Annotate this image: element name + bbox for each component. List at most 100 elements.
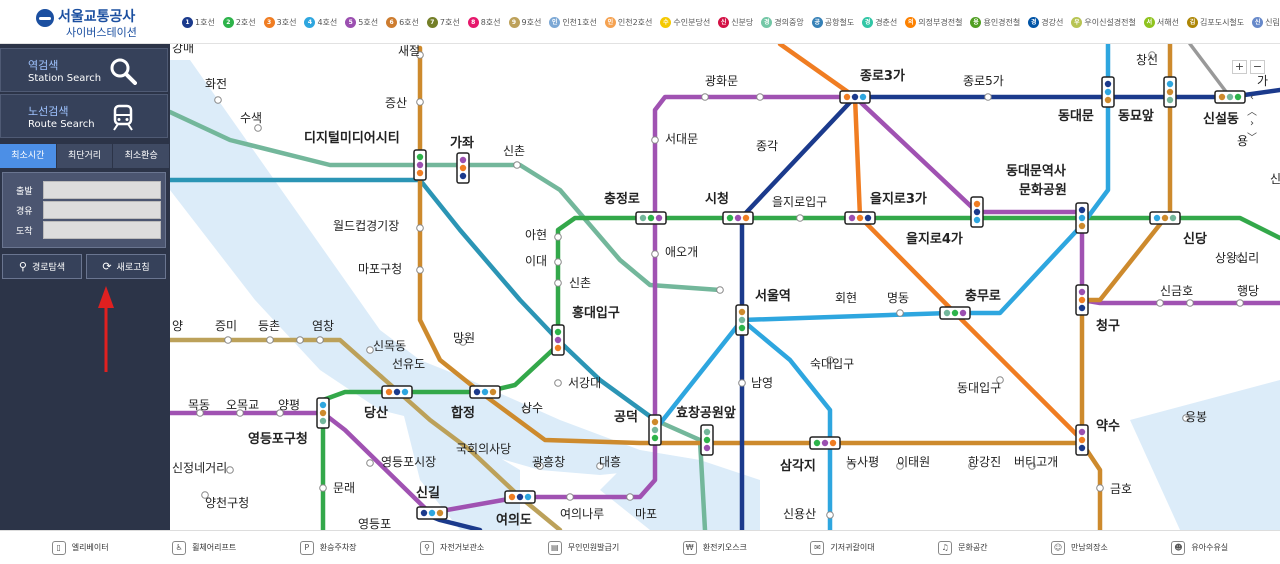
- transfer-station-marker[interactable]: [839, 90, 871, 104]
- transfer-station-marker[interactable]: [700, 424, 714, 456]
- legend-item[interactable]: 서 서해선: [1143, 16, 1179, 28]
- station-dot[interactable]: [319, 484, 327, 492]
- station-dot[interactable]: [366, 459, 374, 467]
- facility-item[interactable]: ▤ 무인민원발급기: [547, 540, 619, 555]
- legend-item[interactable]: 4 4호선: [304, 16, 337, 28]
- station-label[interactable]: 신촌: [503, 144, 525, 158]
- facility-item[interactable]: P 환승주차장: [299, 540, 357, 555]
- station-label[interactable]: 신설동: [1203, 112, 1239, 127]
- legend-item[interactable]: 9 9호선: [508, 16, 541, 28]
- legend-item[interactable]: 경 경의중앙: [761, 16, 804, 28]
- legend-item[interactable]: 2 2호선: [222, 16, 256, 28]
- transfer-station-marker[interactable]: [456, 152, 470, 184]
- station-label[interactable]: 마포: [635, 507, 657, 521]
- legend-item[interactable]: 5 5호선: [345, 16, 378, 28]
- station-dot[interactable]: [738, 379, 746, 387]
- route-search-button[interactable]: ⚲ 경로탐색: [2, 254, 82, 279]
- pan-up-icon[interactable]: ︿: [1245, 103, 1259, 118]
- station-label[interactable]: 회현: [835, 291, 857, 305]
- facility-item[interactable]: ⚲ 자전거보관소: [420, 540, 484, 555]
- station-dot[interactable]: [554, 233, 562, 241]
- station-label[interactable]: 신당: [1183, 231, 1207, 247]
- station-dot[interactable]: [1156, 299, 1164, 307]
- transfer-station-marker[interactable]: [413, 149, 427, 181]
- station-dot[interactable]: [826, 511, 834, 519]
- transfer-station-marker[interactable]: [416, 506, 448, 520]
- legend-item[interactable]: 의 의정부경전철: [905, 16, 962, 28]
- station-label[interactable]: 강매: [172, 44, 194, 55]
- station-label[interactable]: 응봉: [1185, 410, 1207, 424]
- station-label[interactable]: 양: [172, 319, 183, 333]
- legend-item[interactable]: 공 공항철도: [811, 16, 854, 28]
- station-label[interactable]: 을지로3가: [870, 191, 927, 207]
- tab-min-distance[interactable]: 최단거리: [57, 144, 114, 168]
- station-label[interactable]: 광화문: [705, 74, 738, 88]
- transfer-station-marker[interactable]: [635, 211, 667, 225]
- legend-item[interactable]: 수 수인분당선: [660, 16, 710, 28]
- station-dot[interactable]: [266, 336, 274, 344]
- station-label[interactable]: 목동: [188, 398, 210, 412]
- legend-item[interactable]: 1 1호선: [182, 16, 215, 28]
- pan-control[interactable]: ‹ ︿ › ﹀: [1245, 92, 1259, 144]
- station-label[interactable]: 디지털미디어시티: [304, 130, 400, 146]
- station-label[interactable]: 동대문: [1058, 109, 1094, 124]
- station-dot[interactable]: [651, 136, 659, 144]
- station-dot[interactable]: [224, 336, 232, 344]
- station-label[interactable]: 영등포시장: [381, 455, 436, 469]
- transfer-station-marker[interactable]: [1075, 284, 1089, 316]
- station-dot[interactable]: [316, 336, 324, 344]
- station-dot[interactable]: [554, 258, 562, 266]
- station-label[interactable]: 문화공원: [1019, 182, 1067, 198]
- facility-item[interactable]: ▯ 엘리베이터: [51, 540, 109, 555]
- station-dot[interactable]: [701, 93, 709, 101]
- station-label[interactable]: 당산: [364, 405, 388, 421]
- transfer-station-marker[interactable]: [1075, 202, 1089, 234]
- station-label[interactable]: 신용산: [783, 507, 816, 521]
- station-label[interactable]: 증산: [385, 96, 407, 110]
- station-label[interactable]: 행당: [1237, 283, 1259, 298]
- station-label[interactable]: 수색: [240, 111, 262, 125]
- station-label[interactable]: 화전: [205, 77, 227, 91]
- station-label[interactable]: 삼각지: [780, 458, 816, 474]
- station-label[interactable]: 여의나루: [560, 507, 604, 521]
- station-label[interactable]: 종로3가: [860, 69, 905, 84]
- legend-item[interactable]: 용 용인경전철: [970, 16, 1020, 28]
- station-label[interactable]: 신금호: [1160, 284, 1193, 298]
- transfer-station-marker[interactable]: [1214, 90, 1246, 104]
- station-label[interactable]: 남영: [751, 376, 773, 390]
- station-label[interactable]: 애오개: [665, 245, 698, 259]
- transfer-station-marker[interactable]: [844, 211, 876, 225]
- station-label[interactable]: 영등포: [358, 517, 391, 530]
- station-label[interactable]: 숙대입구: [810, 357, 854, 371]
- legend-item[interactable]: 우 우이신설경전철: [1071, 16, 1136, 28]
- station-label[interactable]: 상왕십리: [1215, 251, 1259, 265]
- station-label[interactable]: 버티고개: [1014, 455, 1058, 469]
- subway-map[interactable]: 강매 새절 화전 수색 증산 디지털미디어시티 가좌 신촌 광화문 종로3가 종로5가 창신 동대문 동묘…: [170, 44, 1280, 530]
- station-label[interactable]: 서강대: [568, 376, 601, 390]
- transfer-station-marker[interactable]: [1075, 424, 1089, 456]
- station-dot[interactable]: [1236, 299, 1244, 307]
- legend-item[interactable]: 3 3호선: [263, 16, 296, 28]
- legend-item[interactable]: 경 경춘선: [862, 16, 897, 28]
- zoom-in-button[interactable]: +: [1232, 60, 1247, 74]
- departure-input[interactable]: [43, 181, 161, 199]
- station-dot[interactable]: [226, 466, 234, 474]
- legend-item[interactable]: 인 인천2호선: [604, 16, 652, 28]
- station-label[interactable]: 청구: [1096, 318, 1120, 334]
- station-dot[interactable]: [626, 493, 634, 501]
- station-dot[interactable]: [651, 250, 659, 258]
- station-label[interactable]: 가좌: [450, 135, 474, 151]
- station-dot[interactable]: [554, 279, 562, 287]
- station-label[interactable]: 시청: [705, 191, 729, 207]
- station-label[interactable]: 합정: [451, 405, 475, 421]
- station-dot[interactable]: [796, 214, 804, 222]
- legend-item[interactable]: 신 신분당: [718, 16, 753, 28]
- station-label[interactable]: 월드컵경기장: [333, 219, 399, 233]
- transfer-station-marker[interactable]: [316, 397, 330, 429]
- station-dot[interactable]: [1096, 484, 1104, 492]
- pan-left-icon[interactable]: ‹: [1245, 92, 1259, 103]
- station-label[interactable]: 약수: [1096, 418, 1120, 434]
- transfer-station-marker[interactable]: [469, 385, 501, 399]
- facility-item[interactable]: ☺ 만남의장소: [1051, 540, 1108, 555]
- transfer-station-marker[interactable]: [970, 196, 984, 228]
